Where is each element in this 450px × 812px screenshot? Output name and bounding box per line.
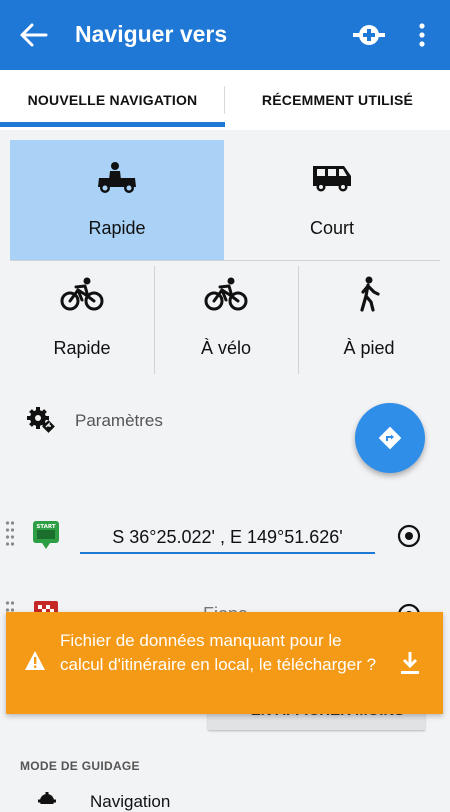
guidance-mode-value[interactable]: Navigation xyxy=(90,792,170,812)
mode-car-short-label: Court xyxy=(309,218,354,238)
download-icon[interactable] xyxy=(399,650,421,676)
bicycle-icon xyxy=(204,277,248,311)
navigate-fab[interactable] xyxy=(355,403,425,473)
mode-divider xyxy=(154,266,155,374)
navigate-icon xyxy=(378,426,402,450)
mode-car-fast-label: Rapide xyxy=(88,218,146,238)
app-bar: Naviguer vers xyxy=(0,0,450,70)
mode-bike-label: À vélo xyxy=(200,338,252,358)
other-modes: Rapide À vélo À pied xyxy=(10,264,440,374)
arrow-left-icon[interactable] xyxy=(18,20,52,50)
mode-car-short[interactable]: Court xyxy=(224,140,440,260)
gear-icon xyxy=(38,792,56,804)
van-icon xyxy=(313,166,351,192)
tab-indicator xyxy=(0,122,225,127)
drag-handle-icon[interactable] xyxy=(5,520,15,548)
mode-divider xyxy=(298,266,299,374)
car-modes: Rapide Court xyxy=(10,140,440,260)
start-flag-icon: START xyxy=(33,521,59,549)
target-location-icon[interactable] xyxy=(397,524,421,548)
tab-recently-used[interactable]: RÉCEMMENT UTILISÉ xyxy=(225,70,450,130)
mode-bike-fast[interactable]: Rapide xyxy=(10,264,154,374)
more-vertical-icon[interactable] xyxy=(412,20,432,50)
mode-foot[interactable]: À pied xyxy=(298,264,440,374)
add-waypoint-icon[interactable] xyxy=(352,20,386,50)
guidance-mode-title: MODE DE GUIDAGE xyxy=(20,759,140,773)
mode-bike[interactable]: À vélo xyxy=(154,264,298,374)
mode-foot-label: À pied xyxy=(343,338,395,358)
warning-icon xyxy=(25,651,45,670)
tab-bar: NOUVELLE NAVIGATION RÉCEMMENT UTILISÉ xyxy=(0,70,450,130)
missing-data-banner[interactable]: Fichier de données manquant pour le calc… xyxy=(6,612,443,714)
bicycle-icon xyxy=(60,277,104,311)
car-icon xyxy=(98,162,136,193)
mode-divider xyxy=(10,260,440,261)
mode-car-fast[interactable]: Rapide xyxy=(10,140,224,260)
mode-bike-fast-label: Rapide xyxy=(53,338,111,358)
page-title: Naviguer vers xyxy=(75,21,228,47)
gear-icon[interactable] xyxy=(26,406,56,434)
settings-label[interactable]: Paramètres xyxy=(75,411,163,431)
start-flag-text: START xyxy=(36,524,56,530)
start-location-input[interactable] xyxy=(80,522,375,554)
pedestrian-icon xyxy=(360,276,380,312)
banner-message: Fichier de données manquant pour le calc… xyxy=(60,631,377,674)
tab-new-navigation[interactable]: NOUVELLE NAVIGATION xyxy=(0,70,225,130)
